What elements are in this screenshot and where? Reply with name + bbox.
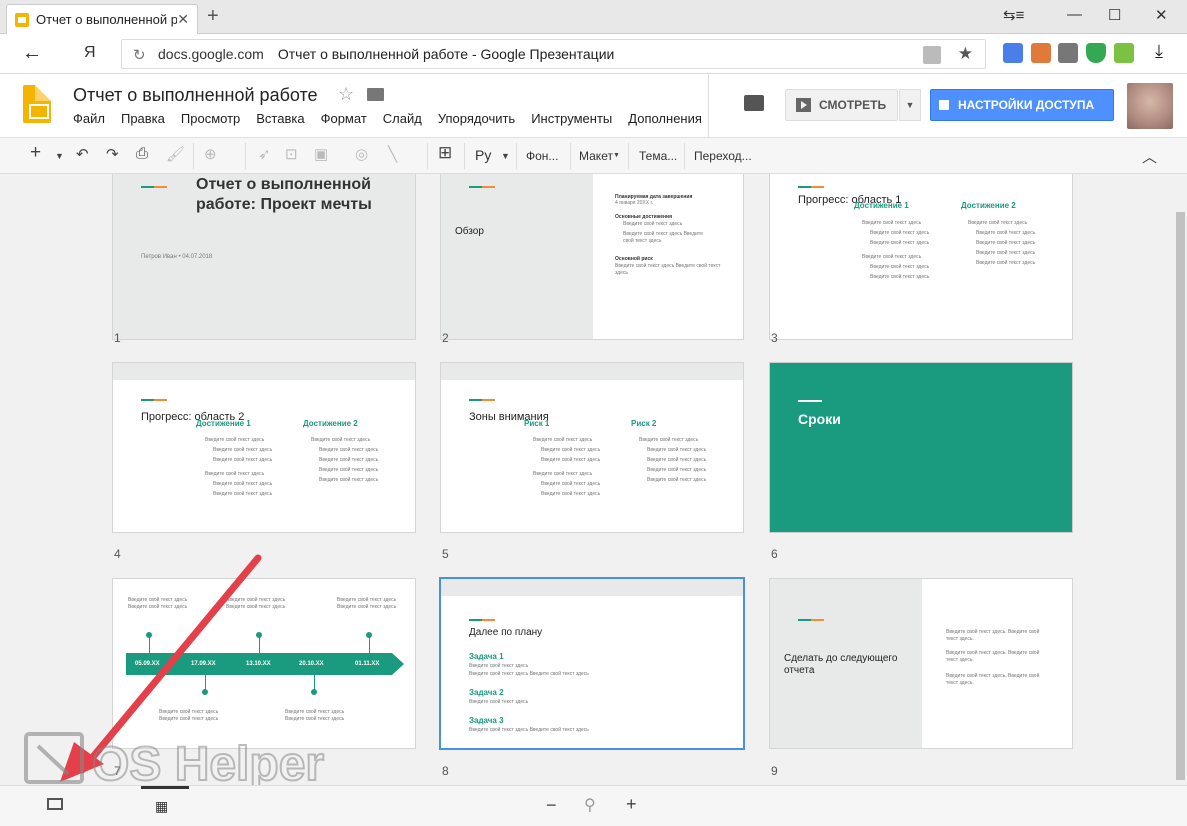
url-field[interactable]: ↻ docs.google.com Отчет о выполненной ра…: [121, 39, 986, 69]
present-button[interactable]: СМОТРЕТЬ: [785, 89, 898, 121]
menu-item[interactable]: Вставка: [256, 111, 304, 126]
share-label: НАСТРОЙКИ ДОСТУПА: [958, 98, 1095, 112]
url-page-title: Отчет о выполненной работе - Google През…: [277, 46, 615, 62]
new-slide-icon[interactable]: +: [30, 142, 41, 164]
menu-bar: Файл Правка Просмотр Вставка Формат Слай…: [73, 111, 718, 126]
zoom-in-icon[interactable]: +: [626, 794, 637, 815]
redo-icon[interactable]: ↷: [106, 145, 119, 163]
bottom-bar: ▦ − ⚲ +: [0, 785, 1187, 826]
filmstrip-view-icon[interactable]: [47, 798, 63, 810]
slides-logo-icon[interactable]: [23, 85, 51, 123]
address-bar-row: ← Я ↻ docs.google.com Отчет о выполненно…: [0, 34, 1187, 74]
tab-title: Отчет о выполненной ра: [36, 12, 178, 27]
comment-add-icon[interactable]: ⊞: [438, 143, 452, 163]
vertical-scrollbar[interactable]: [1174, 174, 1187, 785]
toolbar-separator: [628, 143, 629, 169]
image-icon[interactable]: ▣: [314, 145, 328, 163]
browser-tab-bar: Отчет о выполненной ра ✕ + ⇆≡ — ☐ ✕: [0, 0, 1187, 34]
shape-icon[interactable]: ◎: [355, 145, 368, 163]
layout-dropdown-icon[interactable]: ▼: [613, 152, 620, 159]
yandex-icon[interactable]: Я: [84, 44, 96, 62]
background-button[interactable]: Фон...: [526, 149, 558, 163]
folder-icon[interactable]: [367, 88, 384, 101]
select-cursor-icon[interactable]: ➶: [258, 145, 271, 163]
menu-item[interactable]: Файл: [73, 111, 105, 126]
translate-extension-icon[interactable]: [1003, 43, 1023, 63]
toolbar-separator: [684, 143, 685, 169]
close-tab-icon[interactable]: ✕: [177, 11, 189, 28]
new-slide-dropdown-icon[interactable]: ▼: [55, 151, 64, 161]
menu-item[interactable]: Правка: [121, 111, 165, 126]
paint-format-icon[interactable]: 🖌: [166, 145, 185, 163]
scrollbar-thumb[interactable]: [1176, 212, 1185, 780]
language-dropdown-icon[interactable]: ▼: [501, 151, 510, 161]
menu-item[interactable]: Инструменты: [531, 111, 612, 126]
extension-icon[interactable]: [1031, 43, 1051, 63]
zoom-icon[interactable]: ⊕: [204, 145, 217, 163]
tab-manager-icon[interactable]: ⇆≡: [1003, 6, 1024, 24]
toolbar-separator: [464, 143, 465, 169]
zoom-out-icon[interactable]: −: [546, 795, 557, 816]
close-window-icon[interactable]: ✕: [1155, 6, 1168, 24]
slides-favicon-icon: [15, 12, 29, 27]
toolbar-separator: [245, 143, 246, 169]
toolbar-separator: [516, 143, 517, 169]
zoom-icon[interactable]: ⚲: [584, 795, 596, 815]
collapse-toolbar-icon[interactable]: ︿: [1142, 146, 1157, 167]
downloads-icon[interactable]: ⤓: [1155, 41, 1163, 62]
layout-button[interactable]: Макет: [579, 149, 613, 163]
toolbar-separator: [427, 143, 428, 169]
undo-icon[interactable]: ↶: [76, 145, 89, 163]
camera-extension-icon[interactable]: [1058, 43, 1078, 63]
os-helper-watermark: OS Helper: [24, 732, 325, 792]
minimize-icon[interactable]: —: [1067, 6, 1082, 23]
download-extension-icon[interactable]: [1114, 43, 1134, 63]
active-view-indicator: [141, 786, 189, 789]
back-arrow-icon[interactable]: ←: [22, 42, 42, 65]
shield-extension-icon[interactable]: [1086, 43, 1106, 63]
url-domain: docs.google.com: [158, 46, 264, 62]
bookmark-star-icon[interactable]: ★: [958, 44, 973, 64]
reload-icon[interactable]: ↻: [133, 46, 146, 64]
input-language[interactable]: Ру: [475, 147, 491, 163]
menu-item[interactable]: Слайд: [383, 111, 422, 126]
line-icon[interactable]: ╲: [388, 145, 397, 163]
maximize-icon[interactable]: ☐: [1108, 6, 1121, 24]
browser-tab[interactable]: Отчет о выполненной ра ✕: [6, 4, 198, 34]
present-dropdown-icon[interactable]: ▼: [899, 89, 921, 121]
annotation-arrow: [60, 554, 262, 782]
slide-grid: Отчет о выполненной работе: Проект мечты…: [0, 174, 1174, 785]
menu-item[interactable]: Упорядочить: [438, 111, 515, 126]
editor-toolbar: + ▼ ↶ ↷ ⎙ 🖌 ⊕ ➶ ⊡ ▣ ◎ ╲ ⊞ Ру ▼ Фон... Ма…: [0, 138, 1187, 174]
star-icon[interactable]: ☆: [338, 84, 354, 105]
comments-icon[interactable]: [744, 95, 764, 111]
avatar[interactable]: [1127, 83, 1173, 129]
grid-view-icon[interactable]: ▦: [155, 798, 168, 815]
transition-button[interactable]: Переход...: [694, 149, 752, 163]
share-button[interactable]: НАСТРОЙКИ ДОСТУПА: [930, 89, 1114, 121]
theme-button[interactable]: Тема...: [639, 149, 677, 163]
header-divider: [708, 74, 709, 138]
lock-icon[interactable]: [923, 46, 941, 64]
new-tab-icon[interactable]: +: [207, 5, 219, 28]
toolbar-separator: [570, 143, 571, 169]
textbox-icon[interactable]: ⊡: [285, 145, 298, 163]
toolbar-separator: [193, 143, 194, 169]
menu-item[interactable]: Дополнения: [628, 111, 702, 126]
menu-item[interactable]: Просмотр: [181, 111, 240, 126]
print-icon[interactable]: ⎙: [136, 145, 148, 162]
watermark-text: OS Helper: [92, 738, 324, 791]
document-title[interactable]: Отчет о выполненной работе: [73, 85, 318, 106]
menu-item[interactable]: Формат: [321, 111, 367, 126]
play-icon: [796, 98, 811, 112]
present-label: СМОТРЕТЬ: [819, 98, 887, 112]
lock-icon: [939, 100, 949, 110]
